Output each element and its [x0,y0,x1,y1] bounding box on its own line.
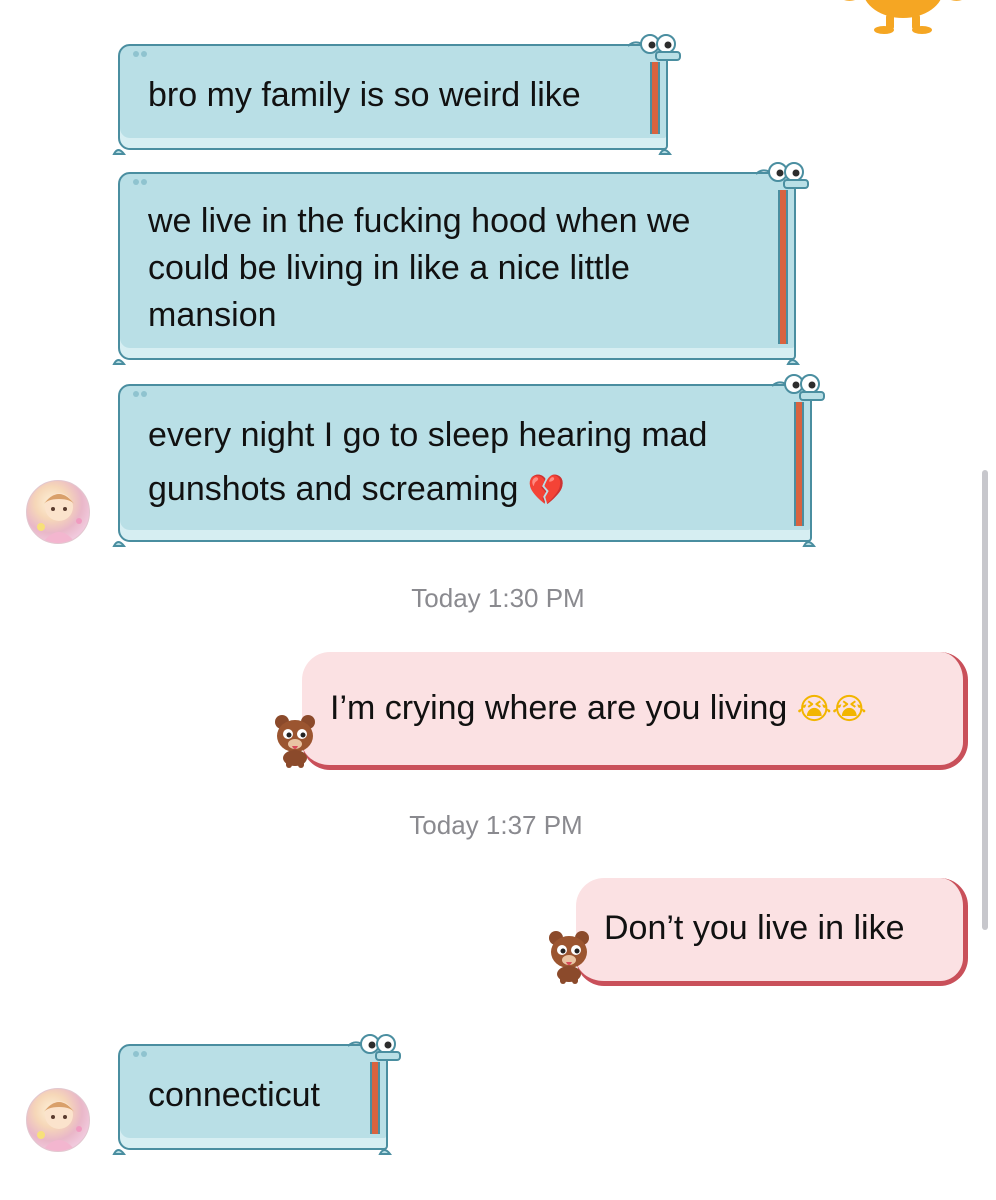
crocodile-foot-icon [112,149,126,155]
message-text: connecticut [148,1076,320,1114]
crocodile-tail-stripe [778,190,788,344]
message-line-text: I’m crying where are you living [330,689,788,727]
bear-icon [275,715,315,768]
message-text: every night I go to sleep hearing mad gu… [148,408,770,518]
outgoing-message-bubble[interactable]: Don’t you live in like [576,878,968,986]
incoming-message-bubble[interactable]: every night I go to sleep hearing mad gu… [112,374,825,547]
contact-avatar[interactable] [26,1088,90,1152]
message-line-text: gunshots and screaming [148,470,519,508]
anime-avatar-icon [37,1101,82,1151]
crocodile-nostril-icon [133,391,147,397]
message-line: mansion [148,296,277,334]
message-line: every night I go to sleep hearing mad [148,416,708,454]
incoming-message-bubble[interactable]: we live in the fucking hood when we coul… [112,162,809,365]
message-line: could be living in like a nice little [148,249,630,287]
crying-face-icon: 😭😭 [796,692,867,727]
contact-avatar[interactable] [26,480,90,544]
message-text: we live in the fucking hood when we coul… [148,198,754,339]
crocodile-foot-icon [786,359,800,365]
orange-mascot-icon [844,0,962,34]
broken-heart-icon: 💔 [527,473,566,508]
crocodile-foot-icon [112,1149,126,1155]
message-text: bro my family is so weird like [148,76,581,114]
message-timestamp: Today 1:30 PM [411,583,585,613]
message-text: I’m crying where are you living 😭😭 [330,688,867,730]
crocodile-tail-stripe [794,402,804,526]
crocodile-eyes-icon [755,162,809,189]
crocodile-eyes-icon [347,1034,401,1061]
crocodile-foot-icon [112,541,126,547]
scrollbar[interactable] [982,470,988,930]
crocodile-eyes-icon [771,374,825,401]
crocodile-foot-icon [112,359,126,365]
message-line: we live in the fucking hood when we [148,202,691,240]
incoming-message-bubble[interactable]: connecticut [112,1034,401,1155]
outgoing-message-bubble[interactable]: I’m crying where are you living 😭😭 [302,652,968,770]
crocodile-foot-icon [802,541,816,547]
crocodile-foot-icon [378,1149,392,1155]
crocodile-eyes-icon [627,34,681,61]
crocodile-nostril-icon [133,51,147,57]
message-line: gunshots and screaming 💔 [148,462,770,518]
anime-avatar-icon [37,493,82,543]
crocodile-nostril-icon [133,179,147,185]
crocodile-tail-stripe [370,1062,380,1134]
crocodile-nostril-icon [133,1051,147,1057]
message-timestamp: Today 1:37 PM [409,810,583,840]
crocodile-foot-icon [658,149,672,155]
crocodile-tail-stripe [650,62,660,134]
incoming-message-bubble[interactable]: bro my family is so weird like [112,34,681,155]
bear-icon [549,931,589,984]
message-text: Don’t you live in like [604,909,905,947]
